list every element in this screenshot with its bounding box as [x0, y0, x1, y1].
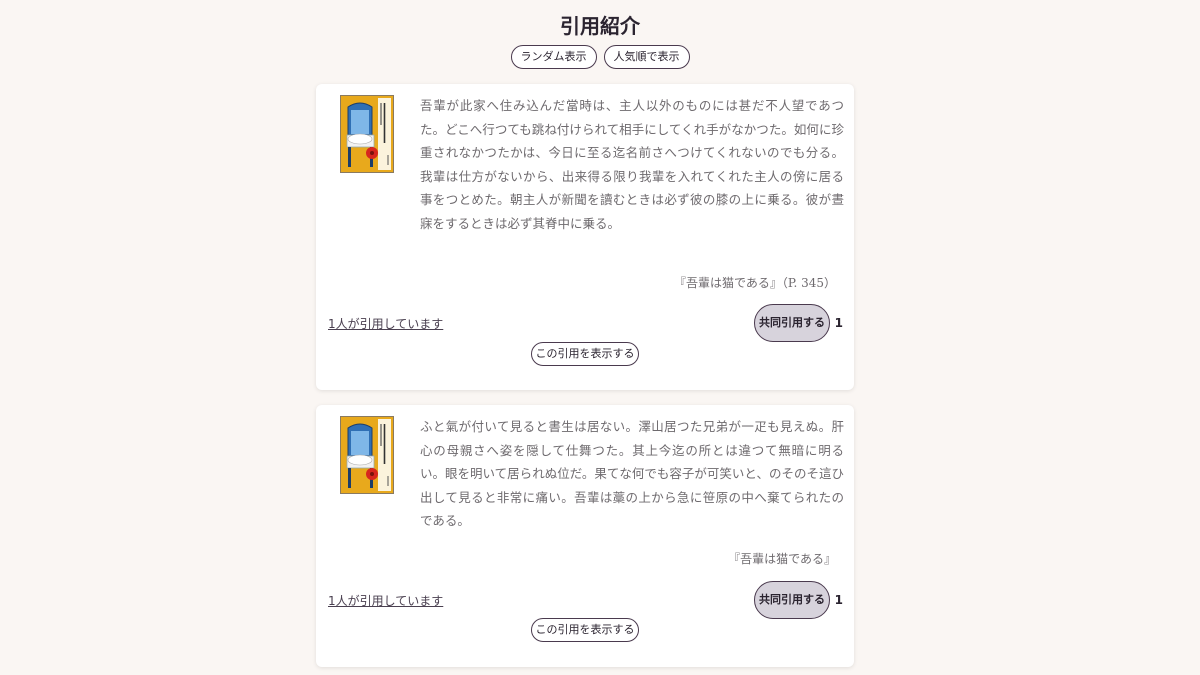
- show-quote-button[interactable]: この引用を表示する: [531, 342, 639, 366]
- book-cover-icon: [340, 416, 394, 494]
- quote-text: ふと氣が付いて見ると書生は居ない。澤山居つた兄弟が一疋も見えぬ。肝心の母親さへ姿…: [420, 419, 844, 528]
- quote-source: 『吾輩は猫である』（P. 345）: [673, 276, 836, 290]
- page-title: 引用紹介: [560, 14, 640, 38]
- co-cite-button[interactable]: 共同引用する: [754, 581, 830, 619]
- random-order-button[interactable]: ランダム表示: [510, 45, 597, 69]
- sort-options: ランダム表示 人気順で表示: [0, 45, 1200, 69]
- popular-order-button[interactable]: 人気順で表示: [603, 45, 690, 69]
- show-quote-button[interactable]: この引用を表示する: [531, 618, 639, 642]
- quote-source: 『吾輩は猫である』: [728, 552, 836, 566]
- co-cite-count: 1: [834, 593, 843, 607]
- book-cover-icon: [340, 95, 394, 173]
- page-header: 引用紹介 ランダム表示 人気順で表示: [0, 12, 1200, 69]
- quote-text: 吾輩が此家へ住み込んだ當時は、主人以外のものには甚だ不人望であつた。どこへ行つて…: [420, 98, 844, 231]
- co-cite-button[interactable]: 共同引用する: [754, 304, 830, 342]
- quote-card: 吾輩が此家へ住み込んだ當時は、主人以外のものには甚だ不人望であつた。どこへ行つて…: [316, 84, 854, 390]
- quote-card: ふと氣が付いて見ると書生は居ない。澤山居つた兄弟が一疋も見えぬ。肝心の母親さへ姿…: [316, 405, 854, 667]
- cited-by-link[interactable]: 1人が引用しています: [328, 315, 443, 332]
- co-cite-count: 1: [834, 316, 843, 330]
- cited-by-link[interactable]: 1人が引用しています: [328, 592, 443, 609]
